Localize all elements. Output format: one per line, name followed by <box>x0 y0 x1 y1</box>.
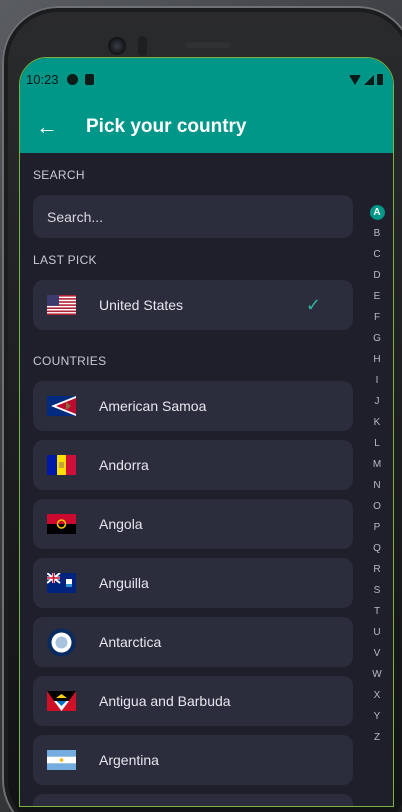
alphabet-letter-y[interactable]: Y <box>374 706 381 727</box>
alphabet-letter-w[interactable]: W <box>372 664 381 685</box>
list-item[interactable]: Argentina <box>33 735 353 785</box>
status-time: 10:23 <box>26 72 59 87</box>
status-icons <box>349 74 383 85</box>
alphabet-letter-i[interactable]: I <box>376 370 379 391</box>
country-name: Angola <box>99 516 143 532</box>
front-camera <box>108 37 126 55</box>
status-bar: 10:23 <box>20 58 393 101</box>
list-item[interactable]: American Samoa <box>33 381 353 431</box>
list-item[interactable] <box>33 794 353 806</box>
flag-argentina-icon <box>47 750 76 770</box>
alphabet-letter-z[interactable]: Z <box>374 727 380 748</box>
sim-card-icon <box>84 74 94 85</box>
country-name: Argentina <box>99 752 159 768</box>
alphabet-letter-m[interactable]: M <box>373 454 381 475</box>
alphabet-letter-d[interactable]: D <box>373 265 380 286</box>
list-item[interactable]: Anguilla <box>33 558 353 608</box>
alphabet-index[interactable]: ABCDEFGHIJKLMNOPQRSTUVWXYZ <box>368 202 386 748</box>
alphabet-letter-f[interactable]: F <box>374 307 380 328</box>
flag-antarctica-icon <box>47 628 76 657</box>
flag-anguilla-icon <box>46 572 76 593</box>
flag-united-states-icon <box>47 295 76 315</box>
search-section-label: SEARCH <box>33 168 85 182</box>
country-name: American Samoa <box>99 398 207 414</box>
app-bar: ← Pick your country <box>20 101 393 153</box>
alphabet-letter-o[interactable]: O <box>373 496 381 517</box>
list-item[interactable]: Antarctica <box>33 617 353 667</box>
country-name: Antarctica <box>99 634 162 650</box>
flag-american-samoa-icon <box>47 396 76 416</box>
countries-section-label: COUNTRIES <box>33 354 107 368</box>
alphabet-letter-c[interactable]: C <box>373 244 380 265</box>
app-screen: 10:23 ← Pick your country SEARCH Search.… <box>19 57 394 807</box>
country-name: Anguilla <box>99 575 149 591</box>
last-pick-section-label: LAST PICK <box>33 253 97 267</box>
back-arrow-icon[interactable]: ← <box>36 116 72 138</box>
list-item[interactable]: Andorra <box>33 440 353 490</box>
flag-andorra-icon <box>47 455 76 475</box>
alphabet-letter-v[interactable]: V <box>374 643 381 664</box>
country-name: Andorra <box>99 457 149 473</box>
list-item[interactable]: Angola <box>33 499 353 549</box>
last-pick-row[interactable]: United States ✓ <box>33 280 353 330</box>
flag-angola-icon <box>47 514 76 534</box>
signal-icon <box>364 74 374 85</box>
alphabet-letter-t[interactable]: T <box>374 601 380 622</box>
alphabet-letter-j[interactable]: J <box>375 391 380 412</box>
alphabet-letter-k[interactable]: K <box>374 412 381 433</box>
alphabet-letter-u[interactable]: U <box>373 622 380 643</box>
globe-icon <box>66 74 78 85</box>
earpiece-speaker <box>185 42 231 48</box>
alphabet-letter-n[interactable]: N <box>373 475 380 496</box>
alphabet-letter-b[interactable]: B <box>374 223 381 244</box>
page-title: Pick your country <box>86 116 247 137</box>
alphabet-letter-s[interactable]: S <box>374 580 381 601</box>
last-pick-country-name: United States <box>99 297 184 313</box>
list-item[interactable]: Antigua and Barbuda <box>33 676 353 726</box>
alphabet-letter-p[interactable]: P <box>374 517 381 538</box>
alphabet-letter-e[interactable]: E <box>374 286 381 307</box>
country-picker: SEARCH Search... LAST PICK United States… <box>20 153 393 806</box>
alphabet-letter-q[interactable]: Q <box>373 538 381 559</box>
proximity-sensor <box>138 36 147 56</box>
alphabet-letter-a[interactable]: A <box>369 205 385 220</box>
country-name: Antigua and Barbuda <box>99 693 231 709</box>
wifi-icon <box>349 74 361 85</box>
flag-antigua-and-barbuda-icon <box>47 691 76 711</box>
alphabet-letter-x[interactable]: X <box>374 685 381 706</box>
alphabet-letter-r[interactable]: R <box>373 559 380 580</box>
battery-icon <box>377 74 383 85</box>
search-input[interactable]: Search... <box>33 195 353 238</box>
alphabet-letter-h[interactable]: H <box>373 349 380 370</box>
alphabet-letter-g[interactable]: G <box>373 328 381 349</box>
alphabet-letter-l[interactable]: L <box>374 433 380 454</box>
checkmark-icon: ✓ <box>305 294 321 315</box>
